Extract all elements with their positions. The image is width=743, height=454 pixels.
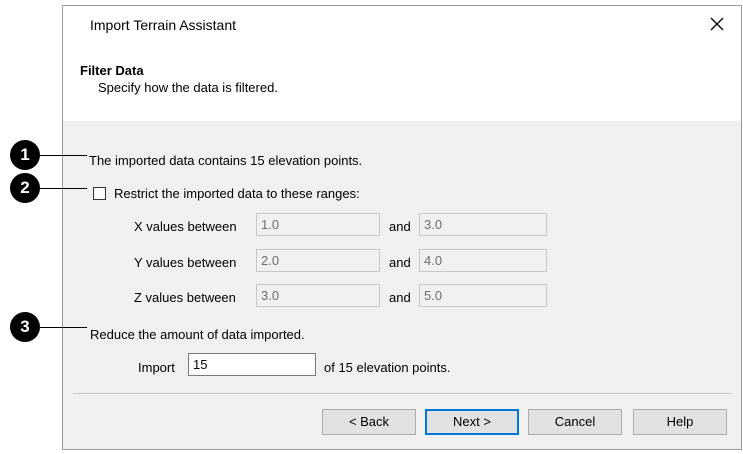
elevation-count-text: The imported data contains 15 elevation … <box>89 153 363 168</box>
y-max-field[interactable]: 4.0 <box>419 249 547 272</box>
callout-badge-1: 1 <box>10 140 40 170</box>
x-max-field[interactable]: 3.0 <box>419 213 547 236</box>
callout-leader-1 <box>40 155 87 156</box>
step-description: Specify how the data is filtered. <box>98 80 278 95</box>
help-button[interactable]: Help <box>633 409 727 435</box>
y-min-field[interactable]: 2.0 <box>256 249 380 272</box>
x-min-field[interactable]: 1.0 <box>256 213 380 236</box>
wizard-header: Filter Data Specify how the data is filt… <box>63 46 741 122</box>
callout-leader-3 <box>40 327 87 328</box>
wizard-body: The imported data contains 15 elevation … <box>63 121 741 449</box>
close-icon[interactable] <box>705 12 729 36</box>
reduce-data-label: Reduce the amount of data imported. <box>90 327 305 342</box>
button-separator <box>73 393 731 394</box>
callout-badge-2: 2 <box>10 173 40 203</box>
title-bar: Import Terrain Assistant <box>63 6 741 46</box>
y-and-label: and <box>389 255 411 270</box>
y-range-label: Y values between <box>134 255 237 270</box>
back-button[interactable]: < Back <box>322 409 416 435</box>
import-label: Import <box>138 360 175 375</box>
restrict-ranges-checkbox[interactable] <box>93 187 106 200</box>
z-and-label: and <box>389 290 411 305</box>
z-max-field[interactable]: 5.0 <box>419 284 547 307</box>
step-title: Filter Data <box>80 63 144 78</box>
dialog-title: Import Terrain Assistant <box>90 17 237 33</box>
import-count-input[interactable]: 15 <box>188 353 316 376</box>
restrict-ranges-label[interactable]: Restrict the imported data to these rang… <box>114 186 360 201</box>
callout-leader-2 <box>40 188 87 189</box>
x-range-label: X values between <box>134 219 237 234</box>
z-range-label: Z values between <box>134 290 236 305</box>
import-terrain-dialog: Import Terrain Assistant Filter Data Spe… <box>62 5 742 450</box>
cancel-button[interactable]: Cancel <box>528 409 622 435</box>
next-button[interactable]: Next > <box>425 409 519 435</box>
z-min-field[interactable]: 3.0 <box>256 284 380 307</box>
import-suffix-label: of 15 elevation points. <box>324 360 451 375</box>
callout-badge-3: 3 <box>10 312 40 342</box>
x-and-label: and <box>389 219 411 234</box>
